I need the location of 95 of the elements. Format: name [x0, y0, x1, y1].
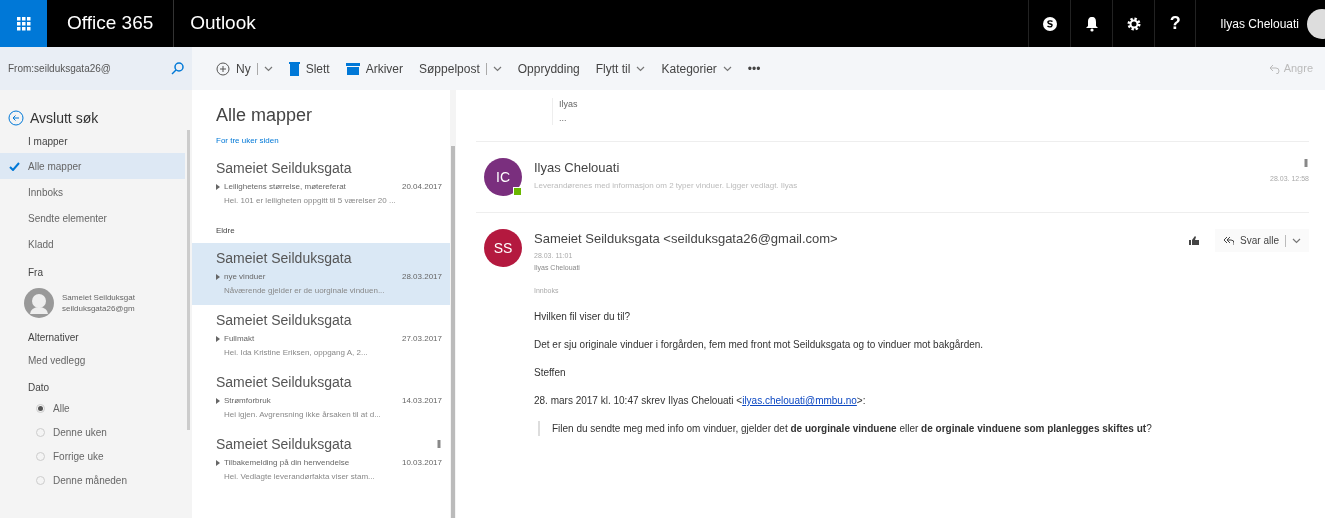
chevron-down-icon — [1292, 237, 1301, 244]
message-date: 10.03.2017 — [401, 457, 442, 469]
body-paragraph: Steffen — [534, 366, 567, 380]
check-icon — [8, 161, 20, 171]
date-radio[interactable]: Alle — [0, 397, 185, 419]
expand-icon — [216, 460, 220, 466]
folder-item[interactable]: Kladd — [0, 231, 185, 257]
message-subject: nye vinduer — [224, 271, 267, 283]
archive-icon — [345, 62, 360, 75]
user-name[interactable]: Ilyas Chelouati — [1196, 14, 1307, 33]
toolbar-button[interactable]: ••• — [739, 52, 769, 85]
chevron-down-icon — [722, 65, 732, 72]
body-paragraph: Det er sju originale vinduer i forgården, fem med front mot Seilduksgata og to vinduer mot bakgården. — [534, 338, 985, 352]
message-sender[interactable]: Sameiet Seilduksgata <seilduksgata26@gmail.com> — [534, 229, 1186, 249]
message-item[interactable]: Sameiet Seilduksgata Strømforbruk 14.03.2017 Hei igjen. Avgrensning ikke årsaken til at d... — [192, 367, 450, 429]
filter-option[interactable]: Med vedlegg — [0, 353, 185, 368]
message-sender: Sameiet Seilduksgata — [216, 435, 353, 454]
message-subject: Leilighetens størrelse, møtereferat — [224, 181, 347, 193]
trash-icon — [288, 61, 300, 76]
toolbar-button[interactable]: Slett — [280, 52, 338, 85]
collapsed-message[interactable]: Ilyas ... — [552, 98, 586, 125]
section-header: Alternativer — [27, 331, 80, 345]
message-date: 20.04.2017 — [401, 181, 442, 193]
undo-icon — [1268, 63, 1280, 74]
app-launcher-button[interactable] — [0, 0, 47, 47]
date-radio[interactable]: Denne uken — [0, 421, 185, 443]
skype-icon — [1041, 15, 1058, 32]
message-sender[interactable]: Ilyas Chelouati — [534, 158, 1271, 178]
message-date: 27.03.2017 — [401, 333, 442, 345]
toolbar-button[interactable]: Ny — [208, 52, 281, 85]
plus-circle-icon — [216, 61, 230, 76]
group-header: For tre uker siden — [215, 135, 280, 147]
message-subject: Fullmakt — [224, 333, 256, 345]
message-preview: Hei. Vedlagte leverandørfakta viser stam... — [223, 471, 376, 483]
sender-avatar: SS — [484, 229, 522, 267]
reply-all-icon — [1223, 235, 1235, 246]
message-sender: Sameiet Seilduksgata — [216, 373, 353, 392]
bell-icon — [1084, 15, 1099, 32]
expand-icon — [216, 336, 220, 342]
scrollbar-thumb[interactable] — [451, 146, 455, 518]
sender-name[interactable]: Sameiet Seilduksgat — [62, 292, 135, 303]
thumbs-up-icon — [1189, 236, 1200, 245]
body-paragraph: Hvilken fil viser du til? — [534, 310, 632, 324]
folder-item[interactable]: Innboks — [0, 179, 185, 205]
message-preview: Hei. Ida Kristine Eriksen, oppgang A, 2... — [223, 347, 369, 359]
grid-icon — [16, 16, 31, 31]
email-link[interactable]: ilyas.chelouati@mmbu.no — [742, 395, 857, 406]
sender-email: seilduksgata26@gm — [62, 303, 135, 314]
message-preview: Hei igjen. Avgrensning ikke årsaken til at d... — [223, 409, 382, 421]
date-radio[interactable]: Denne måneden — [0, 469, 185, 491]
avatar-icon[interactable] — [1307, 8, 1325, 39]
suite-title[interactable]: Office 365 — [47, 9, 174, 38]
section-header: I mapper — [27, 135, 69, 149]
message-item[interactable]: Sameiet Seilduksgata Fullmakt 27.03.2017 Hei. Ida Kristine Eriksen, oppgang A, 2... — [192, 305, 450, 367]
search-icon — [171, 62, 184, 75]
message-preview: Hei. 101 er leiligheten oppgitt til 5 værelser 20 ... — [223, 195, 397, 207]
chevron-down-icon — [636, 65, 646, 72]
exit-search-button[interactable]: Avslutt søk — [0, 106, 185, 130]
date-radio[interactable]: Forrige uke — [0, 445, 185, 467]
message-item[interactable]: Sameiet Seilduksgata nye vinduer 28.03.2017 Nåværende gjelder er de uorginale vinduen... — [192, 243, 450, 305]
message-item[interactable]: Sameiet Seilduksgata Tilbakemelding på din henvendelse 10.03.2017 Hei. Vedlagte leverandørfakta viser stam... — [192, 429, 450, 491]
message-date: 28.03.2017 — [401, 271, 442, 283]
message-subject: Strømforbruk — [224, 395, 272, 407]
toolbar-button[interactable]: Kategorier — [653, 52, 740, 85]
toolbar-button[interactable]: Flytt til — [587, 52, 654, 85]
folder-item[interactable]: Sendte elementer — [0, 205, 185, 231]
message-sender: Sameiet Seilduksgata — [216, 159, 353, 178]
search-field[interactable]: From:seilduksgata26@ — [0, 47, 192, 90]
message-date: 14.03.2017 — [401, 395, 442, 407]
toolbar-button[interactable]: Søppelpost — [411, 52, 510, 85]
message-subject: Tilbakemelding på din henvendelse — [224, 457, 351, 469]
toolbar-button[interactable]: Arkiver — [337, 52, 412, 85]
expand-icon — [216, 184, 220, 190]
message-preview: Nåværende gjelder er de uorginale vinduen... — [223, 285, 386, 297]
section-header: Fra — [27, 266, 44, 280]
reply-all-button[interactable]: Svar alle — [1215, 229, 1309, 252]
quote-header: 28. mars 2017 kl. 10:47 skrev Ilyas Chelouati <ilyas.chelouati@mmbu.no>: — [534, 394, 867, 408]
folder-item[interactable]: Alle mapper — [0, 153, 185, 179]
chevron-down-icon — [263, 65, 273, 72]
message-item[interactable]: Sameiet Seilduksgata Leilighetens størrelse, møtereferat 20.04.2017 Hei. 101 er leiligheten oppgitt til 5 værelser 20 ... — [192, 153, 450, 215]
scrollbar-thumb[interactable] — [187, 130, 190, 430]
message-sender: Sameiet Seilduksgata — [216, 249, 353, 268]
toolbar-button[interactable]: Opprydding — [509, 52, 588, 85]
group-header: Eldre — [215, 225, 236, 237]
message-sender: Sameiet Seilduksgata — [216, 311, 353, 330]
sender-avatar: IC — [484, 158, 522, 196]
settings-icon — [1125, 15, 1142, 32]
quoted-text: Filen du sendte meg med info om vinduer, gjelder det de uorginale vinduene eller de orginale vinduene som planlegges skiftes ut? — [552, 422, 1153, 436]
section-header: Dato — [27, 381, 51, 395]
chevron-down-icon — [492, 65, 502, 72]
app-title[interactable]: Outlook — [174, 9, 272, 38]
person-avatar-icon — [24, 288, 54, 318]
list-title: Alle mapper — [215, 104, 314, 127]
expand-icon — [216, 274, 220, 280]
expand-icon — [216, 398, 220, 404]
